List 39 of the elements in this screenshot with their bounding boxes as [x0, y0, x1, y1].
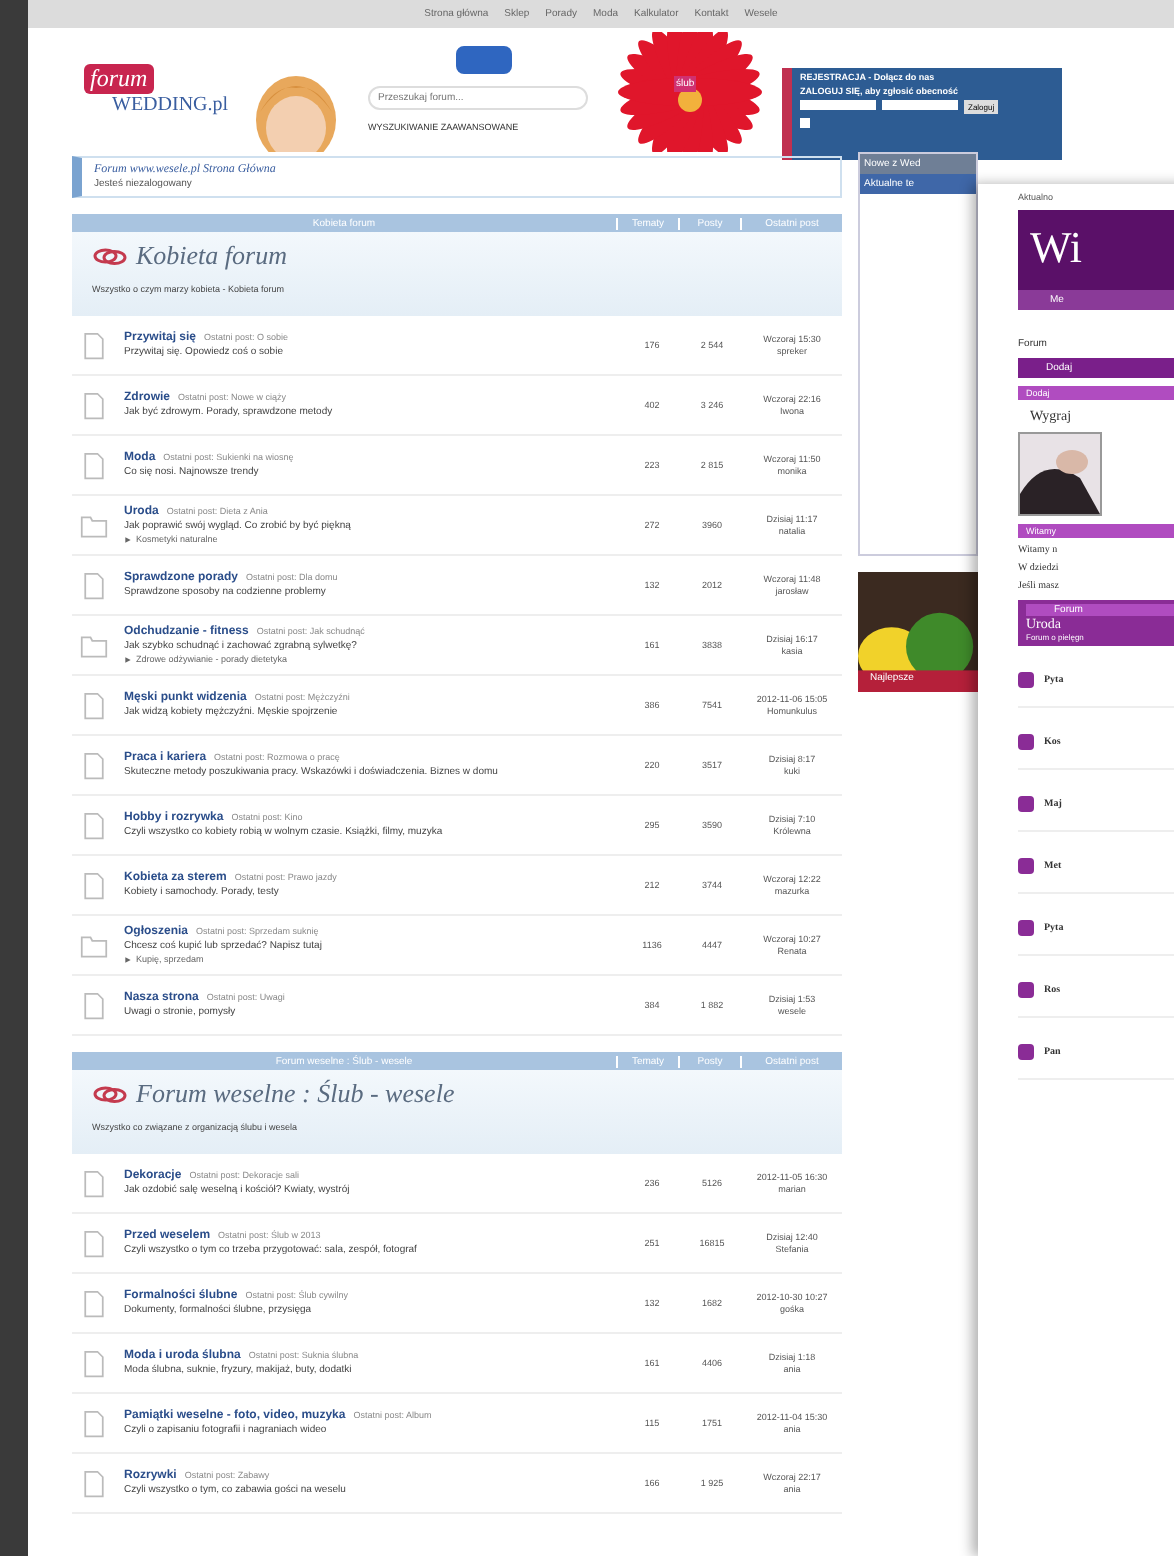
rings-icon	[92, 244, 128, 268]
document-icon	[80, 991, 108, 1019]
forum-icon	[1018, 982, 1034, 998]
subforum-icon	[124, 655, 132, 663]
forum-icon	[1018, 1044, 1034, 1060]
password-field[interactable]	[882, 100, 958, 110]
remember-checkbox[interactable]	[800, 118, 810, 128]
document-icon	[80, 871, 108, 899]
document-icon	[80, 451, 108, 479]
subforum-icon	[124, 955, 132, 963]
forum-icon	[1018, 858, 1034, 874]
document-icon	[80, 391, 108, 419]
category-title[interactable]: Kobieta forum	[136, 240, 287, 272]
speech-bubble-icon	[455, 46, 511, 74]
document-icon	[80, 1169, 108, 1197]
document-icon	[80, 691, 108, 719]
document-icon	[80, 811, 108, 839]
logo-badge[interactable]: forum	[84, 64, 154, 94]
site-title: Wi	[1028, 220, 1084, 274]
forum-icon	[1018, 796, 1034, 812]
document-icon	[80, 1229, 108, 1257]
document-icon	[80, 751, 108, 779]
forum-icon	[1018, 672, 1034, 688]
forum-icon	[1018, 920, 1034, 936]
document-icon	[80, 1469, 108, 1497]
rings-icon	[92, 1082, 128, 1106]
folder-icon	[80, 511, 108, 539]
folder-icon	[80, 931, 108, 959]
subforum-icon	[124, 535, 132, 543]
logo-wordmark[interactable]: WEDDING.pl	[112, 94, 224, 116]
document-icon	[80, 1409, 108, 1437]
document-icon	[80, 331, 108, 359]
folder-icon	[80, 631, 108, 659]
username-field[interactable]	[800, 100, 876, 110]
category-title[interactable]: Forum weselne : Ślub - wesele	[136, 1078, 455, 1110]
document-icon	[80, 1349, 108, 1377]
document-icon	[80, 571, 108, 599]
forum-icon	[1018, 734, 1034, 750]
document-icon	[80, 1289, 108, 1317]
